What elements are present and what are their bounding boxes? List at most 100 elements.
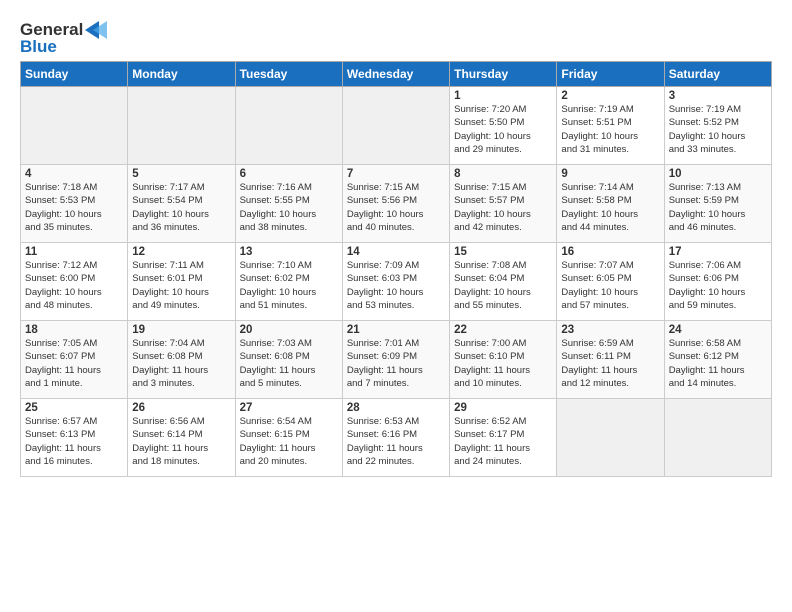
day-cell: 2Sunrise: 7:19 AM Sunset: 5:51 PM Daylig… bbox=[557, 87, 664, 165]
day-cell: 26Sunrise: 6:56 AM Sunset: 6:14 PM Dayli… bbox=[128, 399, 235, 477]
day-number: 19 bbox=[132, 324, 230, 336]
day-cell: 25Sunrise: 6:57 AM Sunset: 6:13 PM Dayli… bbox=[21, 399, 128, 477]
day-detail: Sunrise: 7:08 AM Sunset: 6:04 PM Dayligh… bbox=[454, 259, 552, 312]
day-detail: Sunrise: 7:16 AM Sunset: 5:55 PM Dayligh… bbox=[240, 181, 338, 234]
day-detail: Sunrise: 7:19 AM Sunset: 5:51 PM Dayligh… bbox=[561, 103, 659, 156]
day-number: 16 bbox=[561, 246, 659, 258]
day-detail: Sunrise: 7:15 AM Sunset: 5:56 PM Dayligh… bbox=[347, 181, 445, 234]
day-cell: 23Sunrise: 6:59 AM Sunset: 6:11 PM Dayli… bbox=[557, 321, 664, 399]
day-detail: Sunrise: 7:07 AM Sunset: 6:05 PM Dayligh… bbox=[561, 259, 659, 312]
day-cell bbox=[21, 87, 128, 165]
day-number: 1 bbox=[454, 90, 552, 102]
day-cell: 12Sunrise: 7:11 AM Sunset: 6:01 PM Dayli… bbox=[128, 243, 235, 321]
col-header-sunday: Sunday bbox=[21, 62, 128, 87]
day-cell: 13Sunrise: 7:10 AM Sunset: 6:02 PM Dayli… bbox=[235, 243, 342, 321]
day-detail: Sunrise: 6:57 AM Sunset: 6:13 PM Dayligh… bbox=[25, 415, 123, 468]
col-header-tuesday: Tuesday bbox=[235, 62, 342, 87]
day-number: 10 bbox=[669, 168, 767, 180]
day-number: 21 bbox=[347, 324, 445, 336]
calendar-page: General Blue SundayMondayTuesdayWednesda… bbox=[0, 0, 792, 487]
day-detail: Sunrise: 7:03 AM Sunset: 6:08 PM Dayligh… bbox=[240, 337, 338, 390]
day-number: 17 bbox=[669, 246, 767, 258]
day-number: 3 bbox=[669, 90, 767, 102]
day-cell: 4Sunrise: 7:18 AM Sunset: 5:53 PM Daylig… bbox=[21, 165, 128, 243]
day-number: 12 bbox=[132, 246, 230, 258]
day-number: 20 bbox=[240, 324, 338, 336]
day-number: 13 bbox=[240, 246, 338, 258]
day-number: 22 bbox=[454, 324, 552, 336]
day-detail: Sunrise: 7:15 AM Sunset: 5:57 PM Dayligh… bbox=[454, 181, 552, 234]
day-detail: Sunrise: 7:00 AM Sunset: 6:10 PM Dayligh… bbox=[454, 337, 552, 390]
week-row-1: 1Sunrise: 7:20 AM Sunset: 5:50 PM Daylig… bbox=[21, 87, 772, 165]
day-cell bbox=[557, 399, 664, 477]
day-cell bbox=[664, 399, 771, 477]
day-cell: 11Sunrise: 7:12 AM Sunset: 6:00 PM Dayli… bbox=[21, 243, 128, 321]
day-cell: 29Sunrise: 6:52 AM Sunset: 6:17 PM Dayli… bbox=[450, 399, 557, 477]
day-number: 14 bbox=[347, 246, 445, 258]
day-detail: Sunrise: 7:19 AM Sunset: 5:52 PM Dayligh… bbox=[669, 103, 767, 156]
day-cell: 3Sunrise: 7:19 AM Sunset: 5:52 PM Daylig… bbox=[664, 87, 771, 165]
day-number: 4 bbox=[25, 168, 123, 180]
day-number: 6 bbox=[240, 168, 338, 180]
day-cell bbox=[128, 87, 235, 165]
day-cell: 9Sunrise: 7:14 AM Sunset: 5:58 PM Daylig… bbox=[557, 165, 664, 243]
day-number: 24 bbox=[669, 324, 767, 336]
day-detail: Sunrise: 7:11 AM Sunset: 6:01 PM Dayligh… bbox=[132, 259, 230, 312]
week-row-4: 18Sunrise: 7:05 AM Sunset: 6:07 PM Dayli… bbox=[21, 321, 772, 399]
day-detail: Sunrise: 7:14 AM Sunset: 5:58 PM Dayligh… bbox=[561, 181, 659, 234]
day-cell: 21Sunrise: 7:01 AM Sunset: 6:09 PM Dayli… bbox=[342, 321, 449, 399]
day-number: 5 bbox=[132, 168, 230, 180]
day-number: 7 bbox=[347, 168, 445, 180]
day-number: 8 bbox=[454, 168, 552, 180]
day-cell: 7Sunrise: 7:15 AM Sunset: 5:56 PM Daylig… bbox=[342, 165, 449, 243]
day-detail: Sunrise: 7:10 AM Sunset: 6:02 PM Dayligh… bbox=[240, 259, 338, 312]
day-detail: Sunrise: 6:54 AM Sunset: 6:15 PM Dayligh… bbox=[240, 415, 338, 468]
header-row: SundayMondayTuesdayWednesdayThursdayFrid… bbox=[21, 62, 772, 87]
day-cell bbox=[235, 87, 342, 165]
day-detail: Sunrise: 7:01 AM Sunset: 6:09 PM Dayligh… bbox=[347, 337, 445, 390]
col-header-friday: Friday bbox=[557, 62, 664, 87]
day-number: 23 bbox=[561, 324, 659, 336]
day-detail: Sunrise: 7:13 AM Sunset: 5:59 PM Dayligh… bbox=[669, 181, 767, 234]
day-cell: 10Sunrise: 7:13 AM Sunset: 5:59 PM Dayli… bbox=[664, 165, 771, 243]
week-row-2: 4Sunrise: 7:18 AM Sunset: 5:53 PM Daylig… bbox=[21, 165, 772, 243]
day-number: 18 bbox=[25, 324, 123, 336]
day-cell bbox=[342, 87, 449, 165]
day-number: 15 bbox=[454, 246, 552, 258]
day-number: 26 bbox=[132, 402, 230, 414]
day-cell: 1Sunrise: 7:20 AM Sunset: 5:50 PM Daylig… bbox=[450, 87, 557, 165]
day-detail: Sunrise: 6:56 AM Sunset: 6:14 PM Dayligh… bbox=[132, 415, 230, 468]
day-cell: 19Sunrise: 7:04 AM Sunset: 6:08 PM Dayli… bbox=[128, 321, 235, 399]
logo: General Blue bbox=[20, 20, 107, 57]
day-detail: Sunrise: 7:18 AM Sunset: 5:53 PM Dayligh… bbox=[25, 181, 123, 234]
day-cell: 6Sunrise: 7:16 AM Sunset: 5:55 PM Daylig… bbox=[235, 165, 342, 243]
day-number: 28 bbox=[347, 402, 445, 414]
week-row-5: 25Sunrise: 6:57 AM Sunset: 6:13 PM Dayli… bbox=[21, 399, 772, 477]
day-cell: 8Sunrise: 7:15 AM Sunset: 5:57 PM Daylig… bbox=[450, 165, 557, 243]
day-number: 2 bbox=[561, 90, 659, 102]
day-number: 9 bbox=[561, 168, 659, 180]
day-cell: 20Sunrise: 7:03 AM Sunset: 6:08 PM Dayli… bbox=[235, 321, 342, 399]
day-number: 27 bbox=[240, 402, 338, 414]
day-detail: Sunrise: 7:05 AM Sunset: 6:07 PM Dayligh… bbox=[25, 337, 123, 390]
calendar-table: SundayMondayTuesdayWednesdayThursdayFrid… bbox=[20, 61, 772, 477]
col-header-saturday: Saturday bbox=[664, 62, 771, 87]
day-cell: 16Sunrise: 7:07 AM Sunset: 6:05 PM Dayli… bbox=[557, 243, 664, 321]
day-detail: Sunrise: 6:59 AM Sunset: 6:11 PM Dayligh… bbox=[561, 337, 659, 390]
day-cell: 17Sunrise: 7:06 AM Sunset: 6:06 PM Dayli… bbox=[664, 243, 771, 321]
day-detail: Sunrise: 7:04 AM Sunset: 6:08 PM Dayligh… bbox=[132, 337, 230, 390]
day-number: 11 bbox=[25, 246, 123, 258]
day-detail: Sunrise: 6:52 AM Sunset: 6:17 PM Dayligh… bbox=[454, 415, 552, 468]
col-header-thursday: Thursday bbox=[450, 62, 557, 87]
day-cell: 5Sunrise: 7:17 AM Sunset: 5:54 PM Daylig… bbox=[128, 165, 235, 243]
week-row-3: 11Sunrise: 7:12 AM Sunset: 6:00 PM Dayli… bbox=[21, 243, 772, 321]
day-detail: Sunrise: 6:58 AM Sunset: 6:12 PM Dayligh… bbox=[669, 337, 767, 390]
col-header-wednesday: Wednesday bbox=[342, 62, 449, 87]
day-detail: Sunrise: 6:53 AM Sunset: 6:16 PM Dayligh… bbox=[347, 415, 445, 468]
day-detail: Sunrise: 7:06 AM Sunset: 6:06 PM Dayligh… bbox=[669, 259, 767, 312]
day-detail: Sunrise: 7:12 AM Sunset: 6:00 PM Dayligh… bbox=[25, 259, 123, 312]
day-cell: 15Sunrise: 7:08 AM Sunset: 6:04 PM Dayli… bbox=[450, 243, 557, 321]
day-cell: 14Sunrise: 7:09 AM Sunset: 6:03 PM Dayli… bbox=[342, 243, 449, 321]
day-cell: 27Sunrise: 6:54 AM Sunset: 6:15 PM Dayli… bbox=[235, 399, 342, 477]
day-number: 29 bbox=[454, 402, 552, 414]
